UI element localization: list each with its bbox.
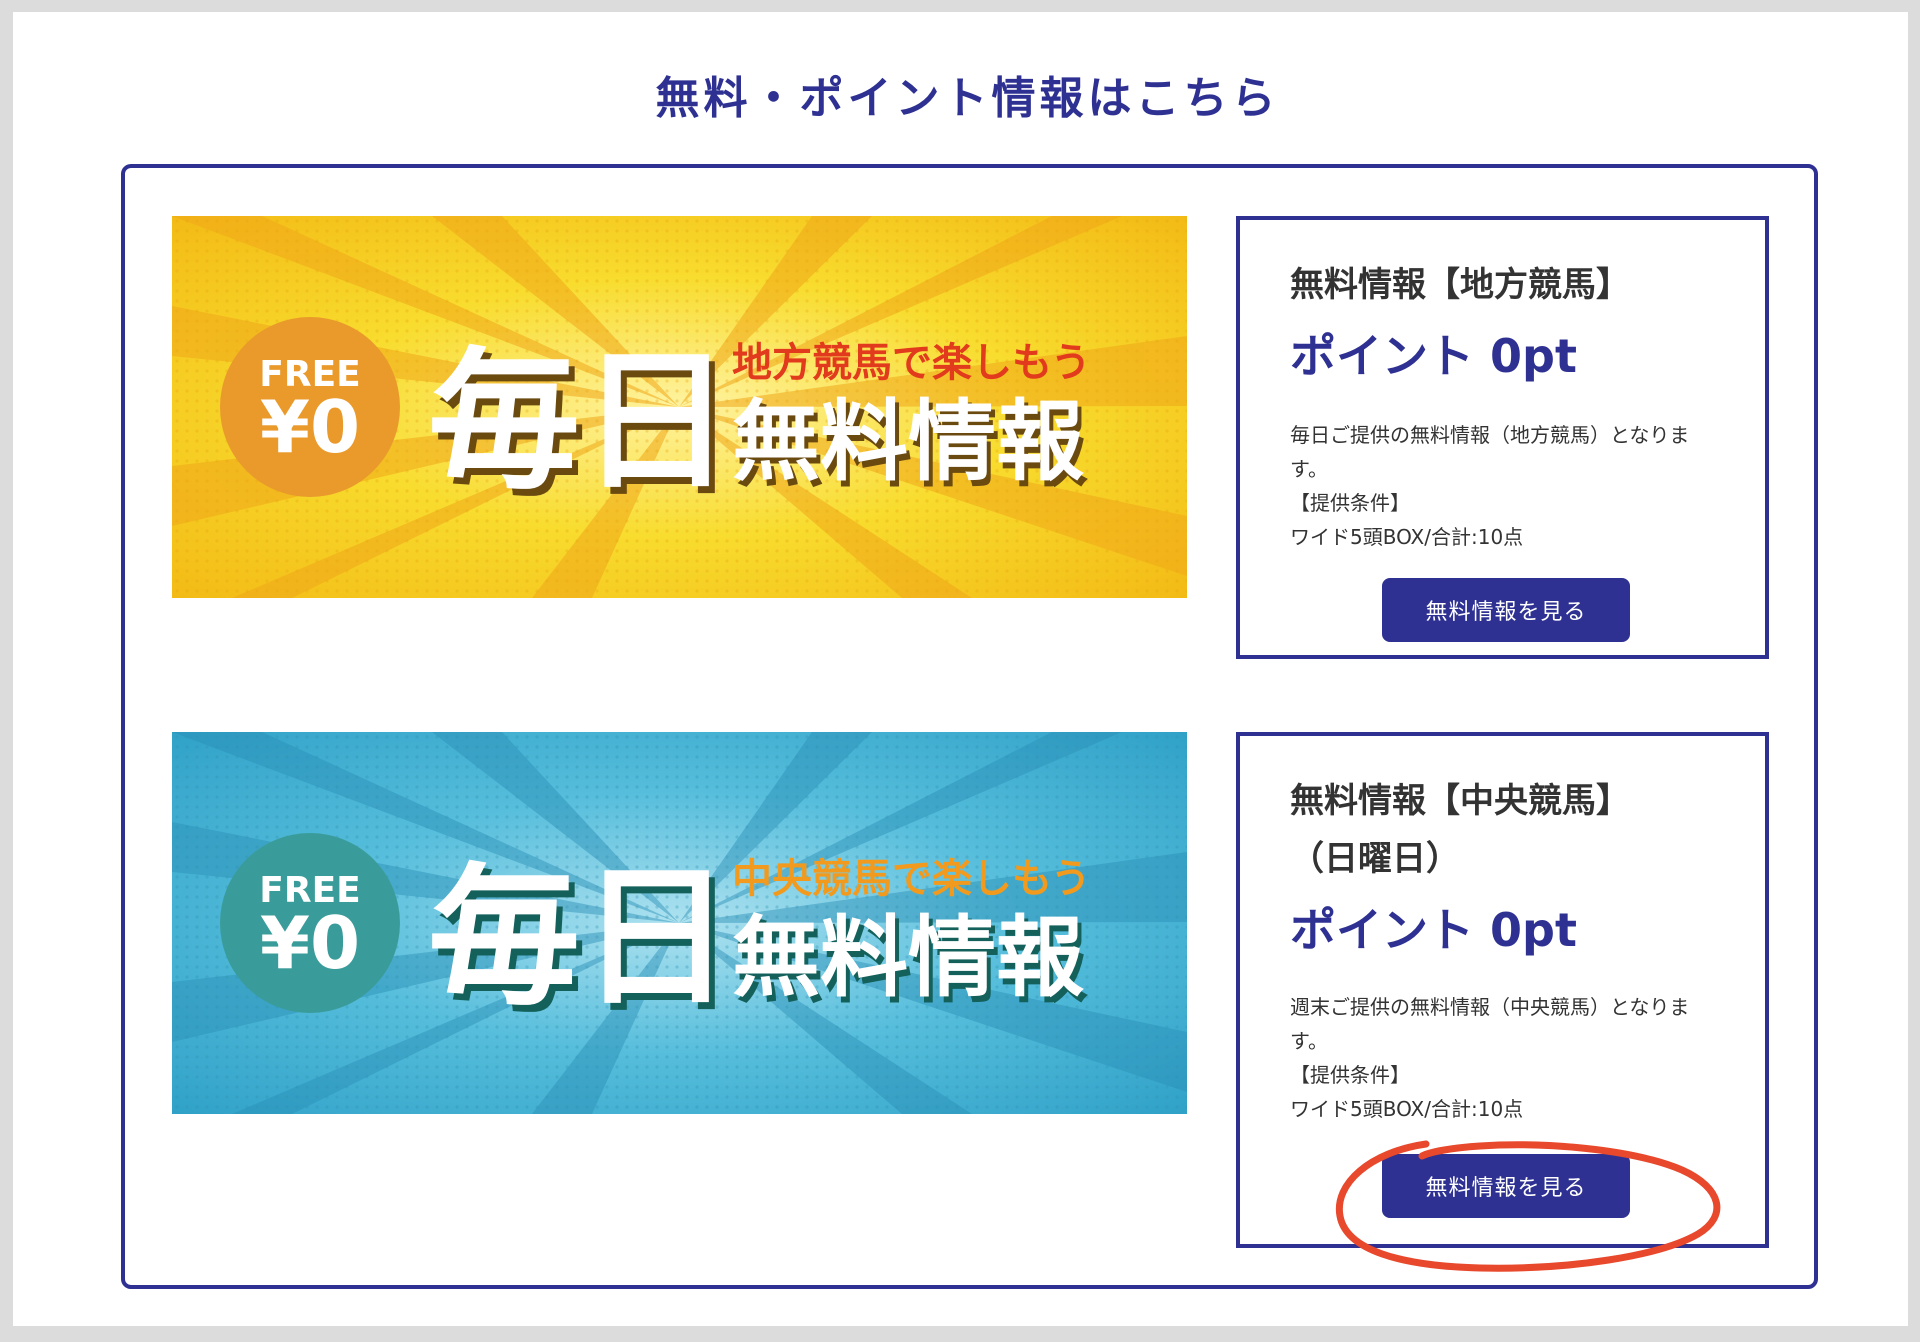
condition-label: 【提供条件】 (1290, 1063, 1410, 1087)
card-description: 週末ご提供の無料情報（中央競馬）となりま す。 【提供条件】 ワイド5頭BOX/… (1290, 990, 1720, 1126)
condition-value: ワイド5頭BOX/合計:10点 (1290, 1097, 1524, 1121)
badge-yen-text: ¥0 (260, 385, 360, 469)
banner-central-racing-graphic: FREE ¥0 毎日 毎日 中央競馬で楽しもう 無料情報 無料情報 (172, 732, 1187, 1114)
banner-main-text: 無料情報 (732, 390, 1084, 493)
banner-big-text: 毎日 (428, 849, 732, 1026)
condition-label: 【提供条件】 (1290, 491, 1410, 515)
banner-sub-text: 中央競馬で楽しもう (732, 856, 1091, 902)
banner-local-racing-graphic: FREE ¥0 毎日 毎日 地方競馬で楽しもう 無料情報 無料情報 (172, 216, 1187, 598)
card-title: 無料情報【地方競馬】 (1290, 265, 1630, 305)
banner-main-text: 無料情報 (732, 906, 1084, 1009)
description-line: す。 (1290, 457, 1328, 481)
condition-value: ワイド5頭BOX/合計:10点 (1290, 525, 1524, 549)
badge-yen-text: ¥0 (260, 901, 360, 985)
description-line: 毎日ご提供の無料情報（地方競馬）となりま (1290, 423, 1690, 447)
view-free-info-button[interactable]: 無料情報を見る (1382, 578, 1630, 642)
view-free-info-button[interactable]: 無料情報を見る (1382, 1154, 1630, 1218)
info-card-local-racing: 無料情報【地方競馬】 ポイント 0pt 毎日ご提供の無料情報（地方競馬）となりま… (1236, 216, 1769, 659)
banner-big-text: 毎日 (428, 333, 732, 510)
card-title-line: （日曜日） (1290, 839, 1460, 879)
info-card-central-racing: 無料情報【中央競馬】 （日曜日） ポイント 0pt 週末ご提供の無料情報（中央競… (1236, 732, 1769, 1248)
banner-local-racing[interactable]: FREE ¥0 毎日 毎日 地方競馬で楽しもう 無料情報 無料情報 (172, 216, 1187, 598)
card-points: ポイント 0pt (1290, 329, 1577, 383)
card-title-line: 無料情報【中央競馬】 (1290, 781, 1630, 821)
card-description: 毎日ご提供の無料情報（地方競馬）となりま す。 【提供条件】 ワイド5頭BOX/… (1290, 418, 1720, 554)
card-points: ポイント 0pt (1290, 903, 1577, 957)
banner-central-racing[interactable]: FREE ¥0 毎日 毎日 中央競馬で楽しもう 無料情報 無料情報 (172, 732, 1187, 1114)
card-title: 無料情報【中央競馬】 （日曜日） (1290, 772, 1730, 888)
section-title: 無料・ポイント情報はこちら (655, 73, 1280, 124)
description-line: 週末ご提供の無料情報（中央競馬）となりま (1290, 995, 1690, 1019)
description-line: す。 (1290, 1029, 1328, 1053)
banner-sub-text: 地方競馬で楽しもう (732, 340, 1091, 386)
